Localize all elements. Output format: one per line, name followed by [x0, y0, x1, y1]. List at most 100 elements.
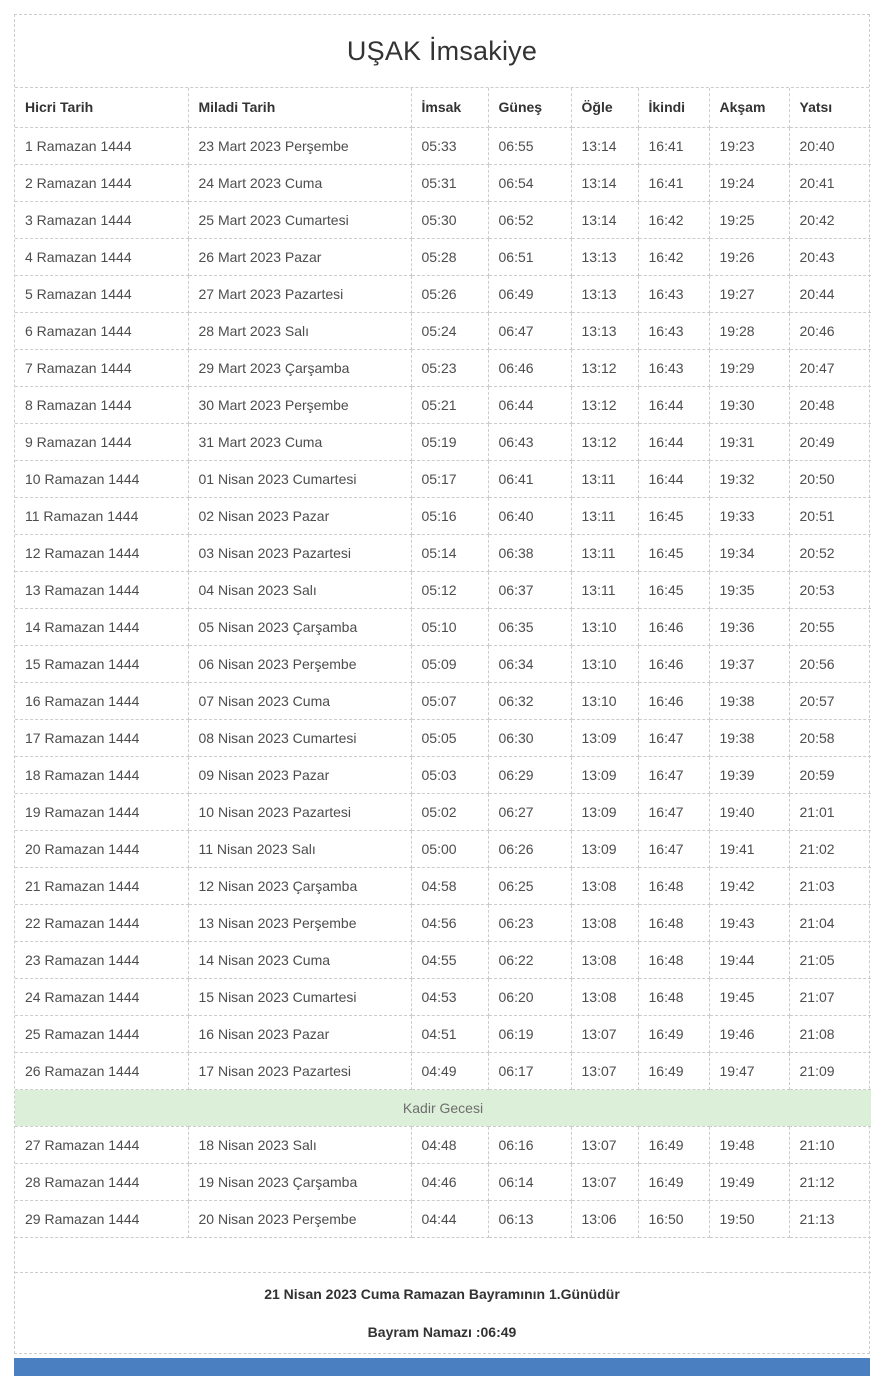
table-cell: 19:37: [709, 645, 789, 682]
table-cell: 13:06: [571, 1200, 638, 1237]
table-cell: 05:14: [411, 534, 488, 571]
table-cell: 19:42: [709, 867, 789, 904]
table-cell: 21:09: [789, 1052, 871, 1089]
table-cell: 06:52: [488, 201, 571, 238]
table-cell: 13:11: [571, 460, 638, 497]
table-cell: 21:08: [789, 1015, 871, 1052]
page-title: UŞAK İmsakiye: [15, 15, 869, 88]
table-cell: 06:19: [488, 1015, 571, 1052]
bayram-info-box: 21 Nisan 2023 Cuma Ramazan Bayramının 1.…: [15, 1273, 869, 1353]
table-cell: 19:28: [709, 312, 789, 349]
table-cell: 19:40: [709, 793, 789, 830]
table-cell: 21 Ramazan 1444: [15, 867, 188, 904]
table-cell: 21:13: [789, 1200, 871, 1237]
table-cell: 29 Ramazan 1444: [15, 1200, 188, 1237]
kadir-gecesi-label: Kadir Gecesi: [15, 1089, 871, 1126]
table-cell: 19:36: [709, 608, 789, 645]
table-cell: 20:46: [789, 312, 871, 349]
table-cell: 06:51: [488, 238, 571, 275]
table-cell: 03 Nisan 2023 Pazartesi: [188, 534, 411, 571]
table-cell: 7 Ramazan 1444: [15, 349, 188, 386]
table-row: 2 Ramazan 144424 Mart 2023 Cuma05:3106:5…: [15, 164, 871, 201]
table-row: 10 Ramazan 144401 Nisan 2023 Cumartesi05…: [15, 460, 871, 497]
table-cell: 06:25: [488, 867, 571, 904]
kadir-gecesi-row: Kadir Gecesi: [15, 1089, 871, 1126]
table-cell: 12 Ramazan 1444: [15, 534, 188, 571]
table-row: 12 Ramazan 144403 Nisan 2023 Pazartesi05…: [15, 534, 871, 571]
table-cell: 06:16: [488, 1126, 571, 1163]
table-cell: 13:14: [571, 164, 638, 201]
table-cell: 06:27: [488, 793, 571, 830]
column-header-gunes: Güneş: [488, 88, 571, 127]
table-cell: 13 Ramazan 1444: [15, 571, 188, 608]
table-cell: 06:46: [488, 349, 571, 386]
table-cell: 05:30: [411, 201, 488, 238]
table-cell: 05:31: [411, 164, 488, 201]
bayram-day-text: 21 Nisan 2023 Cuma Ramazan Bayramının 1.…: [15, 1286, 869, 1302]
table-cell: 16:46: [638, 682, 709, 719]
table-cell: 05:16: [411, 497, 488, 534]
table-row: 20 Ramazan 144411 Nisan 2023 Salı05:0006…: [15, 830, 871, 867]
column-header-miladi-tarih: Miladi Tarih: [188, 88, 411, 127]
table-cell: 3 Ramazan 1444: [15, 201, 188, 238]
table-cell: 06:14: [488, 1163, 571, 1200]
table-cell: 20:57: [789, 682, 871, 719]
column-header-ogle: Öğle: [571, 88, 638, 127]
table-cell: 19:39: [709, 756, 789, 793]
table-cell: 07 Nisan 2023 Cuma: [188, 682, 411, 719]
table-cell: 19:45: [709, 978, 789, 1015]
table-cell: 13:12: [571, 386, 638, 423]
table-cell: 20:42: [789, 201, 871, 238]
table-cell: 19:24: [709, 164, 789, 201]
table-cell: 20:50: [789, 460, 871, 497]
table-cell: 08 Nisan 2023 Cumartesi: [188, 719, 411, 756]
table-cell: 04:58: [411, 867, 488, 904]
table-cell: 16:43: [638, 275, 709, 312]
table-cell: 21:10: [789, 1126, 871, 1163]
table-row: 15 Ramazan 144406 Nisan 2023 Perşembe05:…: [15, 645, 871, 682]
column-header-aksam: Akşam: [709, 88, 789, 127]
table-cell: 31 Mart 2023 Cuma: [188, 423, 411, 460]
table-row: 5 Ramazan 144427 Mart 2023 Pazartesi05:2…: [15, 275, 871, 312]
table-cell: 06:26: [488, 830, 571, 867]
table-row: 24 Ramazan 144415 Nisan 2023 Cumartesi04…: [15, 978, 871, 1015]
table-cell: 19:43: [709, 904, 789, 941]
table-cell: 20 Ramazan 1444: [15, 830, 188, 867]
table-cell: 20:41: [789, 164, 871, 201]
table-cell: 16:41: [638, 127, 709, 164]
table-cell: 27 Ramazan 1444: [15, 1126, 188, 1163]
table-cell: 04:55: [411, 941, 488, 978]
table-cell: 16:45: [638, 571, 709, 608]
table-cell: 06:40: [488, 497, 571, 534]
table-cell: 06:35: [488, 608, 571, 645]
empty-spacer-row: [15, 1237, 871, 1272]
table-cell: 05:21: [411, 386, 488, 423]
table-row: 13 Ramazan 144404 Nisan 2023 Salı05:1206…: [15, 571, 871, 608]
table-row: 27 Ramazan 144418 Nisan 2023 Salı04:4806…: [15, 1126, 871, 1163]
table-cell: 04:48: [411, 1126, 488, 1163]
bayram-prayer-time-text: Bayram Namazı :06:49: [15, 1324, 869, 1340]
table-cell: 21:04: [789, 904, 871, 941]
table-row: 8 Ramazan 144430 Mart 2023 Perşembe05:21…: [15, 386, 871, 423]
table-row: 1 Ramazan 144423 Mart 2023 Perşembe05:33…: [15, 127, 871, 164]
table-cell: 16:48: [638, 904, 709, 941]
table-cell: 19:46: [709, 1015, 789, 1052]
table-cell: 13:07: [571, 1015, 638, 1052]
table-cell: 16:49: [638, 1015, 709, 1052]
table-cell: 13:14: [571, 127, 638, 164]
table-cell: 02 Nisan 2023 Pazar: [188, 497, 411, 534]
table-cell: 2 Ramazan 1444: [15, 164, 188, 201]
column-header-yatsi: Yatsı: [789, 88, 871, 127]
table-row: 9 Ramazan 144431 Mart 2023 Cuma05:1906:4…: [15, 423, 871, 460]
imsakiye-panel: UŞAK İmsakiye Hicri Tarih Miladi Tarih İ…: [14, 14, 870, 1354]
table-cell: 06:37: [488, 571, 571, 608]
table-cell: 04:46: [411, 1163, 488, 1200]
table-cell: 06:30: [488, 719, 571, 756]
table-cell: 05:00: [411, 830, 488, 867]
table-cell: 16:47: [638, 830, 709, 867]
table-cell: 17 Ramazan 1444: [15, 719, 188, 756]
table-row: 16 Ramazan 144407 Nisan 2023 Cuma05:0706…: [15, 682, 871, 719]
table-cell: 16:47: [638, 793, 709, 830]
table-cell: 20:43: [789, 238, 871, 275]
table-cell: 19:33: [709, 497, 789, 534]
